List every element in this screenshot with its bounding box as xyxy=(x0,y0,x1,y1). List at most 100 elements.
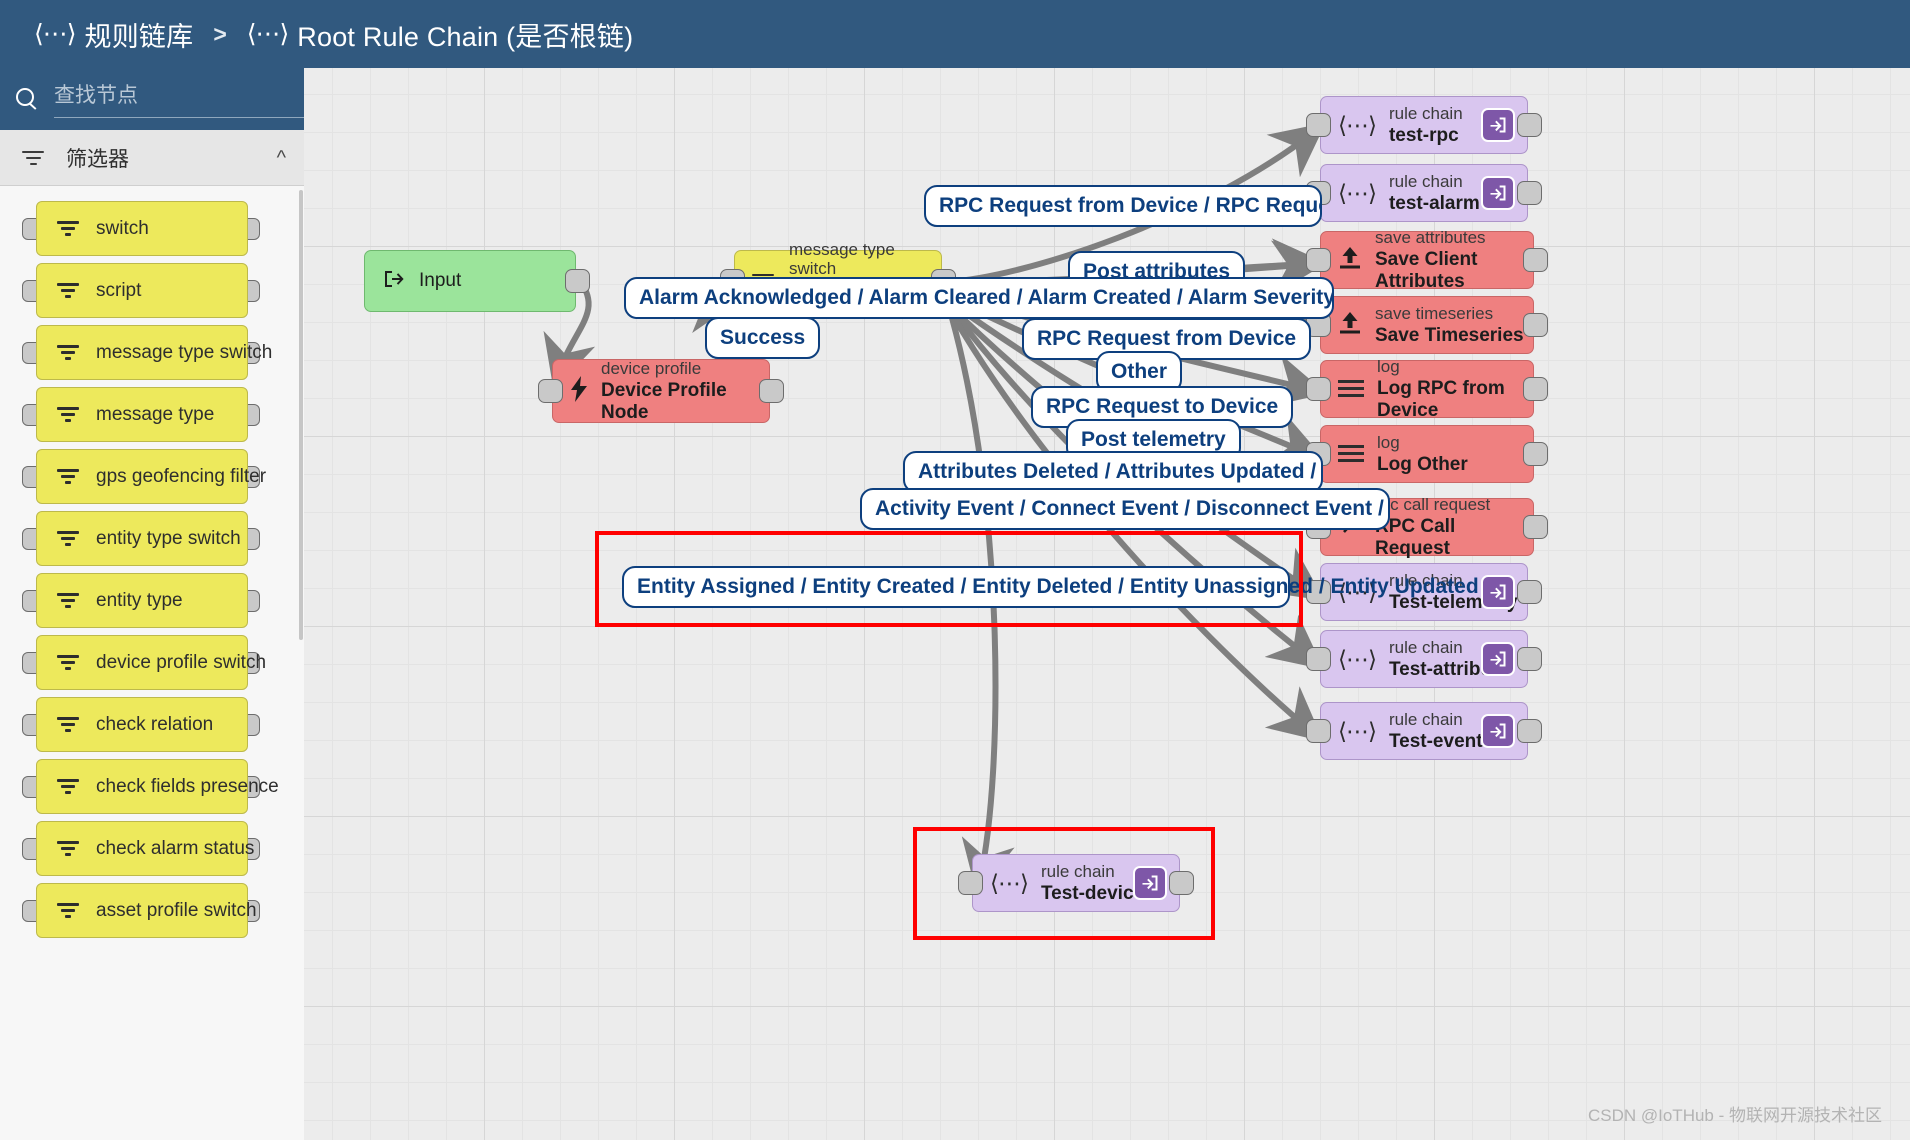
graph-node-port-left[interactable] xyxy=(1306,647,1331,671)
graph-node-port-right[interactable] xyxy=(1523,515,1548,539)
graph-node-sa[interactable]: save attributes Save Client Attributes xyxy=(1320,228,1534,292)
open-rule-chain-icon[interactable] xyxy=(1481,575,1515,609)
chevron-up-icon[interactable]: ^ xyxy=(277,148,286,168)
graph-node-port-right[interactable] xyxy=(759,379,784,403)
graph-node-port-left[interactable] xyxy=(1306,377,1331,401)
rule-chain-icon: ⟨⋯⟩ xyxy=(246,19,290,48)
graph-node-input[interactable]: Input xyxy=(364,250,576,312)
node-palette-sidebar: ‹ 筛选器 ^ switch script message type switch m… xyxy=(0,68,343,1140)
palette-item-body[interactable]: asset profile switch xyxy=(36,883,257,938)
graph-node-logrpc[interactable]: log Log RPC from Device xyxy=(1320,357,1534,421)
graph-node-port-left[interactable] xyxy=(1306,113,1331,137)
graph-node-port-right[interactable] xyxy=(1517,580,1542,604)
filter-icon xyxy=(57,777,81,796)
palette-item-label: device profile switch xyxy=(96,651,267,673)
graph-node-name: Save Client Attributes xyxy=(1375,249,1478,292)
palette-list[interactable]: switch script message type switch message t… xyxy=(0,186,304,1140)
palette-item-body[interactable]: check alarm status xyxy=(36,821,254,876)
palette-item[interactable]: check relation xyxy=(0,694,304,755)
graph-node-port-right[interactable] xyxy=(1523,442,1548,466)
graph-node-name: Device Profile Node xyxy=(601,380,727,423)
graph-node-rc-evt[interactable]: ⟨⋯⟩ rule chain Test-event xyxy=(1320,702,1528,760)
bolt-icon xyxy=(570,375,588,407)
palette-item-body[interactable]: device profile switch xyxy=(36,635,266,690)
palette-item-body[interactable]: check relation xyxy=(36,697,248,752)
palette-item[interactable]: gps geofencing filter xyxy=(0,446,304,507)
filter-icon xyxy=(57,591,81,610)
graph-node-type: log xyxy=(1377,432,1400,452)
breadcrumb-item-current[interactable]: ⟨⋯⟩ Root Rule Chain (是否根链) xyxy=(247,15,634,54)
rule-chain-canvas[interactable]: Input device profile Device Profile Node me… xyxy=(304,68,1910,1140)
graph-node-text: save attributes Save Client Attributes xyxy=(1375,228,1533,292)
graph-node-devprof[interactable]: device profile Device Profile Node xyxy=(552,359,770,423)
graph-node-name: test-alarm xyxy=(1388,192,1480,214)
palette-item[interactable]: device profile switch xyxy=(0,632,304,693)
palette-item-label: message type switch xyxy=(96,341,273,363)
edge-label[interactable]: Activity Event / Connect Event / Disconn… xyxy=(860,488,1390,530)
palette-item-label: gps geofencing filter xyxy=(96,465,267,487)
graph-node-logother[interactable]: log Log Other xyxy=(1320,425,1534,483)
graph-node-name: Save Timeseries xyxy=(1375,324,1524,346)
graph-node-type: device profile xyxy=(601,359,702,379)
palette-item-body[interactable]: script xyxy=(36,263,248,318)
palette-item-body[interactable]: message type xyxy=(36,387,248,442)
graph-node-name: Log RPC from Device xyxy=(1377,378,1505,421)
graph-node-port-right[interactable] xyxy=(1517,181,1542,205)
palette-item-body[interactable]: entity type switch xyxy=(36,511,248,566)
graph-node-st[interactable]: save timeseries Save Timeseries xyxy=(1320,296,1534,354)
open-rule-chain-icon[interactable] xyxy=(1481,176,1515,210)
palette-item[interactable]: message type switch xyxy=(0,322,304,383)
filter-icon xyxy=(57,405,81,424)
filter-icon xyxy=(22,148,48,168)
filter-icon xyxy=(57,219,81,238)
graph-node-port-right[interactable] xyxy=(1517,719,1542,743)
graph-node-port-right[interactable] xyxy=(1523,248,1548,272)
breadcrumb-current-label: Root Rule Chain (是否根链) xyxy=(297,21,634,52)
graph-node-port-left[interactable] xyxy=(1306,719,1331,743)
palette-item-body[interactable]: switch xyxy=(36,201,248,256)
palette-item-body[interactable]: entity type xyxy=(36,573,248,628)
palette-item-body[interactable]: gps geofencing filter xyxy=(36,449,266,504)
graph-node-port-right[interactable] xyxy=(1517,647,1542,671)
palette-item-body[interactable]: check fields presence xyxy=(36,759,279,814)
edge-label[interactable]: RPC Request from Device / RPC Request to… xyxy=(924,185,1322,227)
open-rule-chain-icon[interactable] xyxy=(1481,108,1515,142)
palette-item[interactable]: entity type switch xyxy=(0,508,304,569)
filter-icon xyxy=(57,715,81,734)
palette-item[interactable]: check alarm status xyxy=(0,818,304,879)
graph-node-rc-rpc[interactable]: ⟨⋯⟩ rule chain test-rpc xyxy=(1320,96,1528,154)
graph-node-port-right[interactable] xyxy=(565,269,590,293)
open-rule-chain-icon[interactable] xyxy=(1481,642,1515,676)
palette-item[interactable]: check fields presence xyxy=(0,756,304,817)
search-input[interactable] xyxy=(54,80,325,118)
edge-label[interactable]: Alarm Acknowledged / Alarm Cleared / Ala… xyxy=(624,277,1334,319)
search-bar: ‹ xyxy=(0,68,343,130)
graph-node-port-left[interactable] xyxy=(1306,248,1331,272)
graph-node-name: Log Other xyxy=(1377,453,1468,475)
palette-item[interactable]: entity type xyxy=(0,570,304,631)
rule-chain-icon: ⟨⋯⟩ xyxy=(1338,111,1377,138)
open-rule-chain-icon[interactable] xyxy=(1481,714,1515,748)
edge-label[interactable]: Attributes Deleted / Attributes Updated … xyxy=(903,451,1323,493)
palette-item-label: message type xyxy=(96,403,215,425)
palette-item[interactable]: asset profile switch xyxy=(0,880,304,941)
graph-node-rc-attr[interactable]: ⟨⋯⟩ rule chain Test-attribute xyxy=(1320,630,1528,688)
edge-label[interactable]: Success xyxy=(705,317,821,359)
search-icon xyxy=(14,86,40,112)
graph-node-rc-alarm[interactable]: ⟨⋯⟩ rule chain test-alarm xyxy=(1320,164,1528,222)
breadcrumb-separator: > xyxy=(213,20,227,47)
palette-item[interactable]: script xyxy=(0,260,304,321)
graph-node-type: log xyxy=(1377,357,1400,377)
graph-node-port-right[interactable] xyxy=(1517,113,1542,137)
palette-item[interactable]: switch xyxy=(0,198,304,259)
filter-icon xyxy=(57,839,81,858)
filters-section-header[interactable]: 筛选器 ^ xyxy=(0,130,304,186)
graph-node-text: log Log RPC from Device xyxy=(1377,357,1533,421)
graph-node-name: test-rpc xyxy=(1388,124,1459,146)
palette-item[interactable]: message type xyxy=(0,384,304,445)
graph-node-port-right[interactable] xyxy=(1523,377,1548,401)
graph-node-port-left[interactable] xyxy=(538,379,563,403)
graph-node-port-right[interactable] xyxy=(1523,313,1548,337)
palette-item-body[interactable]: message type switch xyxy=(36,325,272,380)
breadcrumb-item-library[interactable]: ⟨⋯⟩ 规则链库 xyxy=(34,15,193,54)
